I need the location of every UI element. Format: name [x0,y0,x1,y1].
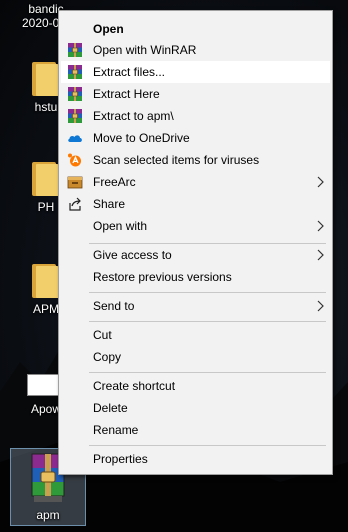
menu-item-delete[interactable]: Delete [61,397,330,419]
menu-item-label: Send to [93,299,135,313]
menu-item-label: Share [93,197,126,211]
menu-item-open-with-winrar[interactable]: Open with WinRAR [61,39,330,61]
menu-item-label: Properties [93,452,148,466]
menu-item-copy[interactable]: Copy [61,346,330,368]
menu-separator [89,321,326,322]
menu-item-freearc[interactable]: FreeArc [61,171,330,193]
desktop-icon-label: apm [36,508,60,522]
menu-item-label: Open with WinRAR [93,43,197,57]
menu-item-label: Delete [93,401,128,415]
folder-icon [32,160,60,196]
context-menu: Open Open with WinRAR Extract files... E… [58,10,333,475]
menu-item-label: Move to OneDrive [93,131,190,145]
folder-icon [32,262,60,298]
onedrive-icon [68,135,82,142]
winrar-icon [68,65,82,79]
menu-item-label: Rename [93,423,139,437]
menu-item-label: Extract Here [93,87,160,101]
menu-item-label: Scan selected items for viruses [93,153,260,167]
menu-item-extract-here[interactable]: Extract Here [61,83,330,105]
folder-icon [32,60,60,96]
chevron-right-icon [317,300,324,312]
menu-item-label: Open with [93,219,148,233]
menu-item-move-to-onedrive[interactable]: Move to OneDrive [61,127,330,149]
menu-item-extract-to[interactable]: Extract to apm\ [61,105,330,127]
menu-item-label: Restore previous versions [93,270,232,284]
menu-separator [89,372,326,373]
chevron-right-icon [317,249,324,261]
chevron-right-icon [317,176,324,188]
menu-item-label: Give access to [93,248,172,262]
freearc-icon [67,176,83,189]
menu-item-label: Open [93,22,124,36]
menu-item-label: Extract files... [93,65,166,79]
menu-item-restore-previous-versions[interactable]: Restore previous versions [61,266,330,288]
menu-item-label: Copy [93,350,122,364]
winrar-icon [68,87,82,101]
chevron-right-icon [317,220,324,232]
winrar-icon [68,109,82,123]
menu-separator [89,292,326,293]
menu-item-label: FreeArc [93,175,136,189]
menu-item-extract-files[interactable]: Extract files... [61,61,330,83]
menu-item-cut[interactable]: Cut [61,324,330,346]
menu-item-give-access-to[interactable]: Give access to [61,244,330,266]
menu-item-share[interactable]: Share [61,193,330,215]
menu-item-rename[interactable]: Rename [61,419,330,441]
menu-item-label: Create shortcut [93,379,176,393]
winrar-icon [68,43,82,57]
menu-item-open[interactable]: Open [61,18,330,40]
menu-separator [89,445,326,446]
menu-item-properties[interactable]: Properties [61,448,330,470]
menu-item-send-to[interactable]: Send to [61,295,330,317]
avast-icon [68,153,81,167]
menu-item-scan-viruses[interactable]: Scan selected items for viruses [61,149,330,171]
menu-item-label: Cut [93,328,112,342]
menu-item-create-shortcut[interactable]: Create shortcut [61,375,330,397]
share-icon [69,197,81,211]
menu-item-open-with[interactable]: Open with [61,215,330,237]
menu-item-label: Extract to apm\ [93,109,174,123]
